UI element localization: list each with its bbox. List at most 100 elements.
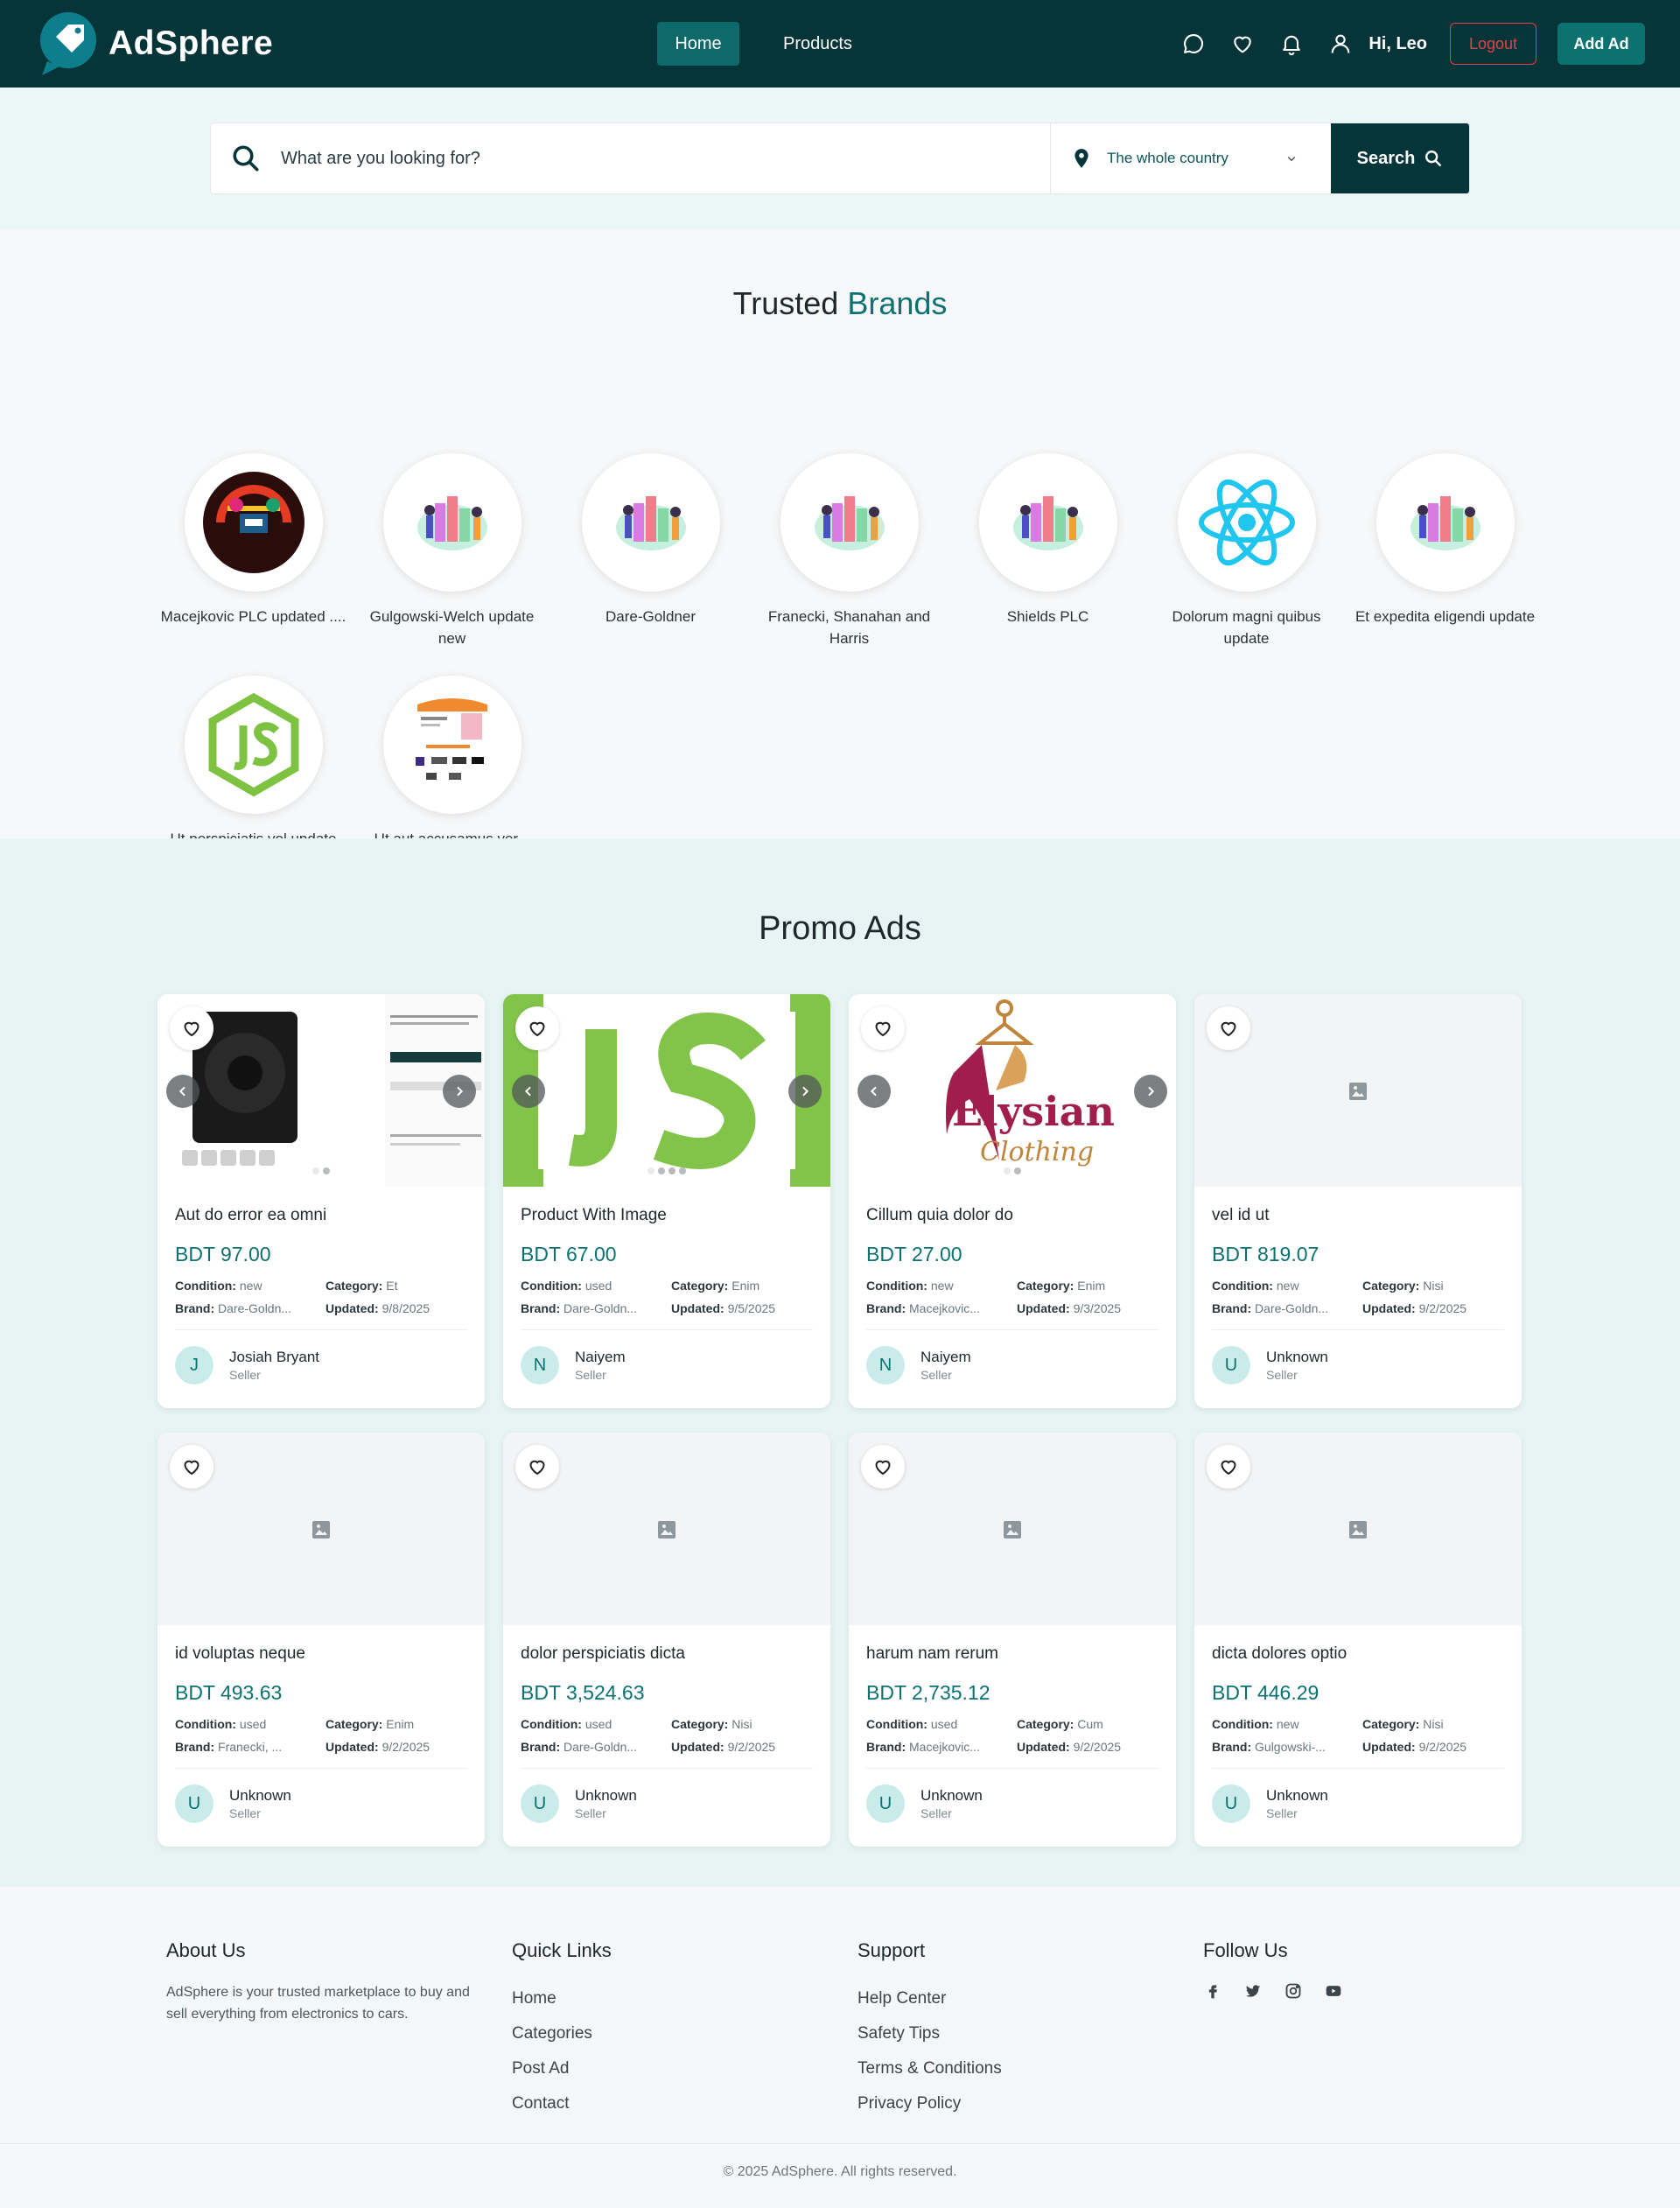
ad-title: dicta dolores optio xyxy=(1212,1644,1348,1663)
updated-label: Updated: xyxy=(1362,1301,1416,1315)
brand-item[interactable]: Et expedita eligendi update xyxy=(1346,453,1544,649)
brand-item[interactable]: Franecki, Shanahan and Harris xyxy=(750,453,948,649)
ad-title: Aut do error ea omni xyxy=(175,1206,327,1224)
ad-card[interactable]: Elysian Clothing Cillum quia dolor do BD… xyxy=(849,994,1176,1408)
seller-name: Josiah Bryant xyxy=(229,1349,319,1365)
carousel-next-icon[interactable] xyxy=(443,1075,476,1108)
seller-name: Unknown xyxy=(575,1787,637,1804)
updated-value: 9/2/2025 xyxy=(727,1740,776,1754)
user-icon[interactable] xyxy=(1328,32,1353,56)
facebook-icon[interactable] xyxy=(1203,1981,1222,2001)
carousel-prev-icon[interactable] xyxy=(166,1075,200,1108)
footer-link-home[interactable]: Home xyxy=(512,1981,612,2016)
carousel-next-icon[interactable] xyxy=(788,1075,822,1108)
brand-value: Macejkovic... xyxy=(909,1301,980,1315)
ad-card-body: dolor perspiciatis dicta BDT 3,524.63 Co… xyxy=(503,1625,830,1823)
seller-info: U Unknown Seller xyxy=(521,1768,813,1823)
brand-value: Dare-Goldn... xyxy=(564,1740,638,1754)
brand-logo-image xyxy=(780,453,919,592)
brand-item[interactable]: Shields PLC xyxy=(948,453,1147,649)
footer-link-categories[interactable]: Categories xyxy=(512,2016,612,2051)
condition-label: Condition: xyxy=(175,1717,236,1731)
favorite-heart-icon[interactable] xyxy=(170,1445,214,1489)
condition-value: new xyxy=(930,1279,954,1293)
brands-heading-plain: Trusted xyxy=(732,285,839,321)
ad-card-body: Product With Image BDT 67.00 Condition: … xyxy=(503,1187,830,1384)
ad-price: BDT 97.00 xyxy=(175,1243,271,1265)
ad-card[interactable]: dicta dolores optio BDT 446.29 Condition… xyxy=(1194,1433,1522,1847)
ad-card[interactable]: Product With Image BDT 67.00 Condition: … xyxy=(503,994,830,1408)
brand-item[interactable]: Dare-Goldner xyxy=(551,453,750,649)
image-placeholder-icon xyxy=(658,1521,676,1539)
avatar: U xyxy=(1212,1784,1250,1823)
footer-link-privacy[interactable]: Privacy Policy xyxy=(858,2086,1002,2121)
condition-label: Condition: xyxy=(1212,1279,1273,1293)
promo-heading: Promo Ads xyxy=(759,910,921,947)
brand-label: Brand: xyxy=(866,1740,906,1754)
chevron-down-icon xyxy=(1287,156,1296,162)
brand-logo-image xyxy=(581,453,720,592)
footer-link-safety-tips[interactable]: Safety Tips xyxy=(858,2016,1002,2051)
favorite-heart-icon[interactable] xyxy=(515,1006,559,1050)
nav-home[interactable]: Home xyxy=(657,22,739,66)
brand-value: Macejkovic... xyxy=(909,1740,980,1754)
location-select[interactable]: The whole country xyxy=(1051,123,1331,193)
favorite-heart-icon[interactable] xyxy=(861,1445,905,1489)
category-value: Cum xyxy=(1077,1717,1103,1731)
youtube-icon[interactable] xyxy=(1324,1981,1343,2001)
ad-card[interactable]: dolor perspiciatis dicta BDT 3,524.63 Co… xyxy=(503,1433,830,1847)
instagram-icon[interactable] xyxy=(1284,1981,1303,2001)
ad-image-placeholder xyxy=(849,1433,1176,1625)
ad-title: harum nam rerum xyxy=(866,1644,998,1663)
favorite-heart-icon[interactable] xyxy=(1207,1006,1250,1050)
ad-card[interactable]: vel id ut BDT 819.07 Condition: new Cate… xyxy=(1194,994,1522,1408)
add-ad-button[interactable]: Add Ad xyxy=(1558,23,1645,65)
bell-icon[interactable] xyxy=(1279,32,1304,56)
seller-info: U Unknown Seller xyxy=(1212,1768,1504,1823)
heart-icon[interactable] xyxy=(1230,32,1255,56)
carousel-dots xyxy=(312,1167,330,1174)
footer-link-contact[interactable]: Contact xyxy=(512,2086,612,2121)
ad-card[interactable]: harum nam rerum BDT 2,735.12 Condition: … xyxy=(849,1433,1176,1847)
social-links xyxy=(1203,1981,1343,2001)
seller-info: U Unknown Seller xyxy=(175,1768,467,1823)
condition-label: Condition: xyxy=(521,1279,582,1293)
twitter-icon[interactable] xyxy=(1243,1981,1263,2001)
promo-card-grid: Aut do error ea omni BDT 97.00 Condition… xyxy=(158,994,1522,1847)
brand-label: Brand: xyxy=(175,1301,215,1315)
ad-title: Product With Image xyxy=(521,1206,667,1224)
carousel-prev-icon[interactable] xyxy=(512,1075,545,1108)
updated-label: Updated: xyxy=(671,1740,724,1754)
ad-card[interactable]: id voluptas neque BDT 493.63 Condition: … xyxy=(158,1433,485,1847)
ad-card-body: Cillum quia dolor do BDT 27.00 Condition… xyxy=(849,1187,1176,1384)
chat-icon[interactable] xyxy=(1181,32,1206,56)
top-navbar: AdSphere Home Products Hi, Leo Logout Ad… xyxy=(0,0,1680,88)
favorite-heart-icon[interactable] xyxy=(1207,1445,1250,1489)
favorite-heart-icon[interactable] xyxy=(170,1006,214,1050)
carousel-prev-icon[interactable] xyxy=(858,1075,891,1108)
brand-item[interactable]: Dolorum magni quibus update xyxy=(1147,453,1346,649)
svg-text:Elysian: Elysian xyxy=(952,1088,1115,1135)
footer-link-post-ad[interactable]: Post Ad xyxy=(512,2051,612,2086)
ad-title: dolor perspiciatis dicta xyxy=(521,1644,685,1663)
condition-label: Condition: xyxy=(1212,1717,1273,1731)
brand-item[interactable]: Macejkovic PLC updated .... xyxy=(154,453,353,649)
search-input[interactable] xyxy=(281,148,981,169)
brand-logo[interactable]: AdSphere xyxy=(38,11,273,77)
seller-name: Naiyem xyxy=(575,1349,626,1365)
seller-info: U Unknown Seller xyxy=(866,1768,1158,1823)
nav-products[interactable]: Products xyxy=(760,22,870,66)
footer-link-help-center[interactable]: Help Center xyxy=(858,1981,1002,2016)
favorite-heart-icon[interactable] xyxy=(515,1445,559,1489)
category-label: Category: xyxy=(1017,1279,1074,1293)
avatar: J xyxy=(175,1346,214,1384)
brand-item[interactable]: Gulgowski-Welch update new xyxy=(353,453,551,649)
ad-card[interactable]: Aut do error ea omni BDT 97.00 Condition… xyxy=(158,994,485,1408)
seller-info: N Naiyem Seller xyxy=(521,1329,813,1384)
search-button[interactable]: Search xyxy=(1331,123,1469,193)
favorite-heart-icon[interactable] xyxy=(861,1006,905,1050)
seller-info: U Unknown Seller xyxy=(1212,1329,1504,1384)
footer-link-terms[interactable]: Terms & Conditions xyxy=(858,2051,1002,2086)
carousel-next-icon[interactable] xyxy=(1134,1075,1167,1108)
logout-button[interactable]: Logout xyxy=(1450,23,1536,65)
